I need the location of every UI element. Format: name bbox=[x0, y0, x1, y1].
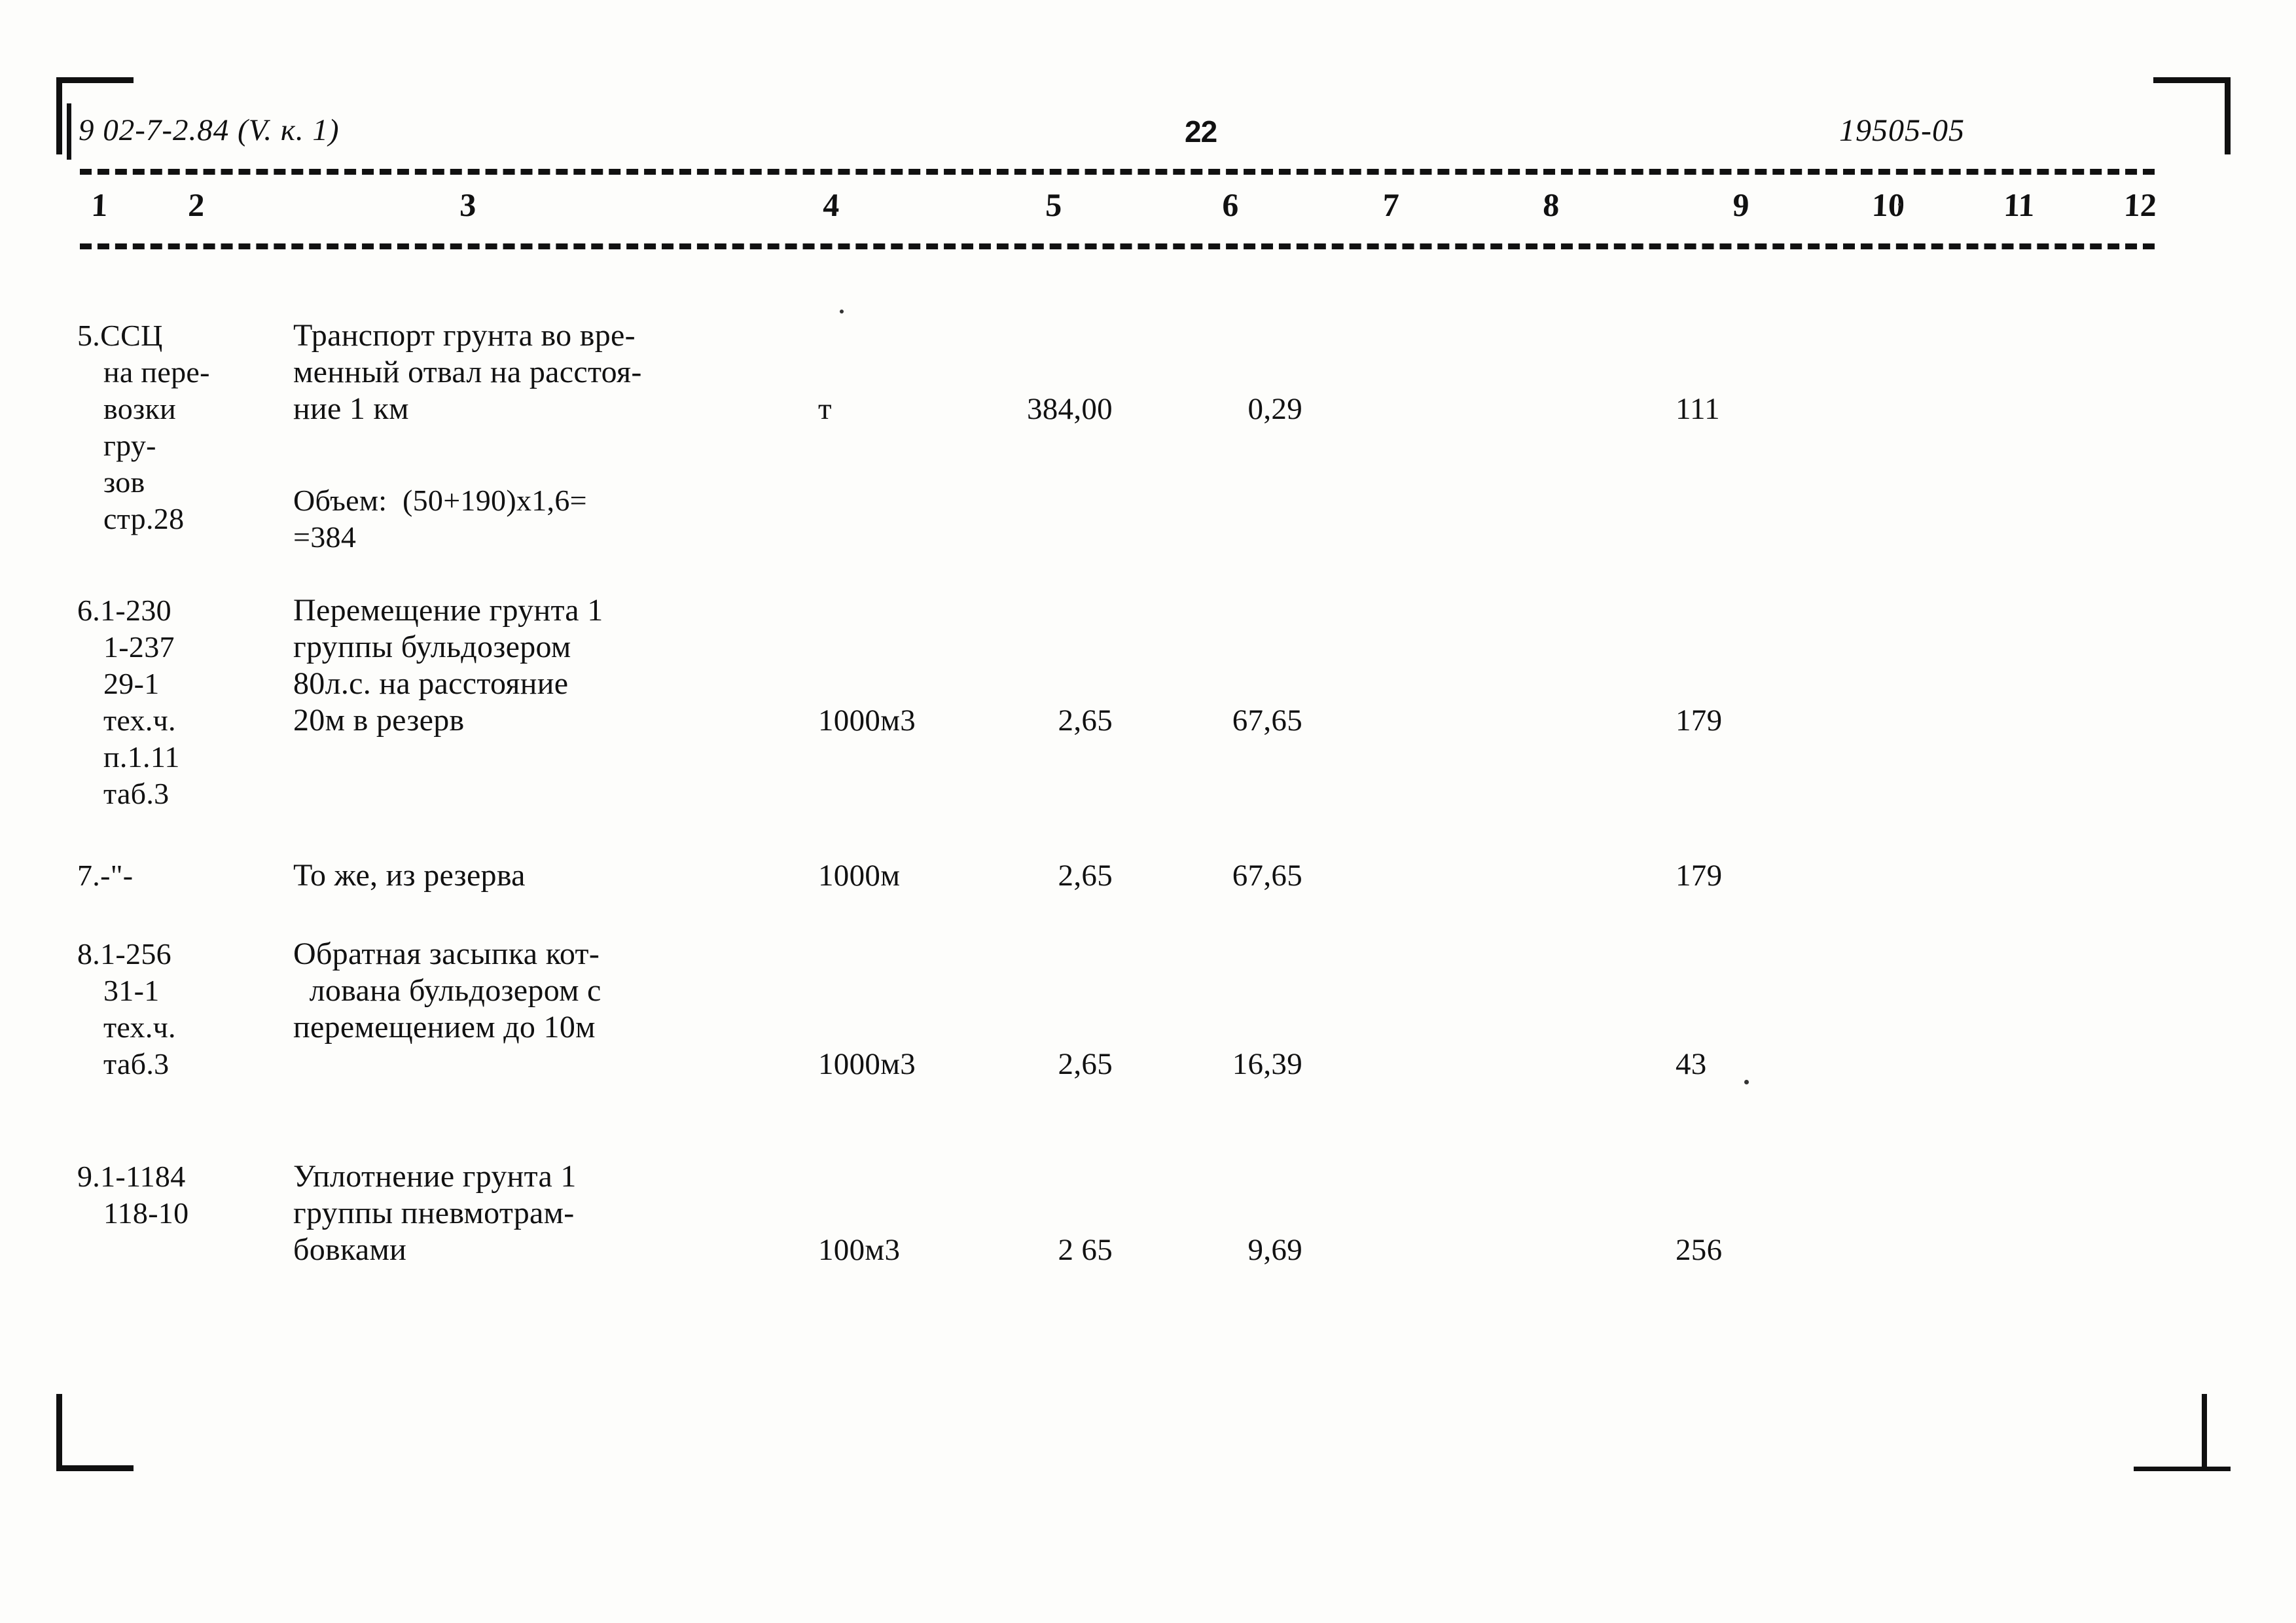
row-description-line: Обратная засыпка кот- bbox=[293, 936, 600, 971]
row-description-line: менный отвал на расстоя- bbox=[293, 355, 642, 389]
row-unit-cell: 1000м3 bbox=[818, 704, 916, 738]
row-description-line: 20м в резерв bbox=[293, 703, 465, 738]
row-quantity-cell: 2,65 bbox=[1058, 859, 1113, 893]
row-code-line: таб.3 bbox=[103, 777, 170, 810]
row-code-line: 31-1 bbox=[103, 974, 160, 1007]
column-number-9: 9 bbox=[1732, 187, 1750, 223]
row-code-cell: 8.1-256 31-1 тех.ч. таб.3 bbox=[77, 936, 293, 1082]
row-code-line: 6.1-230 bbox=[77, 594, 171, 627]
row-total-cell: 43 bbox=[1676, 1047, 1707, 1081]
table-rule-top bbox=[80, 169, 2155, 175]
header-left-rule bbox=[67, 103, 71, 160]
row-code-line: возки bbox=[103, 392, 177, 425]
row-code-line: 118-10 bbox=[103, 1196, 189, 1230]
row-code-line: гру- bbox=[103, 429, 156, 462]
row-unit-price-cell: 67,65 bbox=[1232, 704, 1302, 738]
row-code-line: таб.3 bbox=[103, 1047, 170, 1080]
row-description-line: группы бульдозером bbox=[293, 630, 571, 664]
row-description-cell: То же, из резерва bbox=[293, 857, 791, 894]
column-number-1: 1 bbox=[90, 187, 109, 223]
row-unit-cell: 1000м3 bbox=[818, 1047, 916, 1081]
row-code-cell: 6.1-230 1-237 29-1 тех.ч. п.1.11 таб.3 bbox=[77, 592, 293, 812]
row-code-line: 8.1-256 bbox=[77, 937, 171, 971]
row-description-line: То же, из резерва bbox=[293, 858, 526, 893]
column-number-4: 4 bbox=[822, 187, 840, 223]
row-calculation-note: Объем: (50+190)х1,6= =384 bbox=[293, 482, 882, 556]
column-number-11: 11 bbox=[2003, 187, 2036, 223]
row-total-cell: 111 bbox=[1676, 392, 1720, 426]
row-description-line: группы пневмотрам- bbox=[293, 1196, 575, 1230]
row-description-line: Уплотнение грунта 1 bbox=[293, 1159, 577, 1194]
row-description-line: перемещением до 10м bbox=[293, 1010, 596, 1044]
row-calculation-line: =384 bbox=[293, 520, 357, 554]
row-code-line: 9.1-1184 bbox=[77, 1160, 186, 1193]
row-unit-price-cell: 0,29 bbox=[1247, 392, 1302, 426]
row-code-line: стр.28 bbox=[103, 502, 185, 535]
sheet-code: 19505-05 bbox=[1839, 113, 1965, 148]
row-code-line: на пере- bbox=[103, 355, 210, 389]
column-number-12: 12 bbox=[2123, 187, 2157, 223]
page-header: 9 02-7-2.84 (V. к. 1) 22 19505-05 bbox=[67, 103, 2160, 160]
row-unit-cell: 100м3 bbox=[818, 1233, 901, 1267]
row-description-line: Транспорт грунта во вре- bbox=[293, 318, 636, 353]
row-unit-price-cell: 9,69 bbox=[1247, 1233, 1302, 1267]
document-code: 9 02-7-2.84 (V. к. 1) bbox=[79, 113, 340, 147]
row-description-cell: Обратная засыпка кот- лована бульдозером… bbox=[293, 936, 791, 1046]
row-total-cell: 256 bbox=[1676, 1233, 1723, 1267]
row-code-line: зов bbox=[103, 465, 145, 499]
row-code-cell: 5.ССЦ на пере-возки гру-зов стр.28 bbox=[77, 317, 293, 537]
column-number-row: 1 2 3 4 5 6 7 8 9 10 11 12 bbox=[0, 186, 2296, 232]
column-number-6: 6 bbox=[1221, 187, 1240, 223]
row-description-cell: Перемещение грунта 1 группы бульдозером 80… bbox=[293, 592, 791, 739]
row-unit-price-cell: 16,39 bbox=[1232, 1047, 1302, 1081]
row-description-cell: Уплотнение грунта 1 группы пневмотрам-бов… bbox=[293, 1158, 791, 1268]
crop-mark-top-right-icon bbox=[2152, 77, 2231, 156]
row-description-line: Перемещение грунта 1 bbox=[293, 593, 603, 628]
row-description-line: 80л.с. на расстояние bbox=[293, 666, 569, 701]
crop-mark-bottom-right-icon bbox=[2134, 1393, 2231, 1471]
row-total-cell: 179 bbox=[1676, 704, 1723, 738]
row-total-cell: 179 bbox=[1676, 859, 1723, 893]
row-quantity-cell: 384,00 bbox=[1026, 392, 1113, 426]
column-number-7: 7 bbox=[1382, 187, 1400, 223]
row-code-cell: 7.-"- bbox=[77, 857, 293, 894]
row-code-line: п.1.11 bbox=[103, 740, 180, 774]
row-code-cell: 9.1-1184 118-10 bbox=[77, 1158, 293, 1232]
row-description-line: ние 1 км bbox=[293, 391, 409, 426]
row-quantity-cell: 2,65 bbox=[1058, 704, 1113, 738]
crop-mark-bottom-left-icon bbox=[56, 1393, 135, 1471]
row-quantity-cell: 2,65 bbox=[1058, 1047, 1113, 1081]
row-code-line: 5.ССЦ bbox=[77, 319, 163, 352]
row-code-line: тех.ч. bbox=[103, 1010, 176, 1044]
row-description-line: лована бульдозером с bbox=[293, 973, 601, 1008]
column-number-8: 8 bbox=[1542, 187, 1560, 223]
row-code-line: 29-1 bbox=[103, 667, 160, 700]
table-rule-bottom bbox=[80, 243, 2155, 249]
scan-speck bbox=[1744, 1080, 1749, 1084]
row-quantity-cell: 2 65 bbox=[1058, 1233, 1113, 1267]
row-unit-cell: 1000м bbox=[818, 859, 901, 893]
row-description-cell: Транспорт грунта во вре-менный отвал на … bbox=[293, 317, 791, 427]
column-number-10: 10 bbox=[1871, 187, 1905, 223]
row-calculation-line: Объем: (50+190)х1,6= bbox=[293, 484, 587, 517]
scan-speck bbox=[840, 310, 844, 313]
column-number-2: 2 bbox=[187, 187, 206, 223]
document-page: 9 02-7-2.84 (V. к. 1) 22 19505-05 123456… bbox=[0, 0, 2296, 1623]
row-code-line: 7.-"- bbox=[77, 859, 134, 892]
row-unit-price-cell: 67,65 bbox=[1232, 859, 1302, 893]
column-number-5: 5 bbox=[1045, 187, 1063, 223]
row-code-line: 1-237 bbox=[103, 630, 175, 664]
scan-speck bbox=[1898, 203, 1901, 206]
page-number: 22 bbox=[1185, 115, 1217, 149]
row-code-line: тех.ч. bbox=[103, 704, 176, 737]
row-unit-cell: т bbox=[818, 392, 832, 426]
column-number-3: 3 bbox=[459, 187, 477, 223]
row-description-line: бовками bbox=[293, 1232, 407, 1267]
